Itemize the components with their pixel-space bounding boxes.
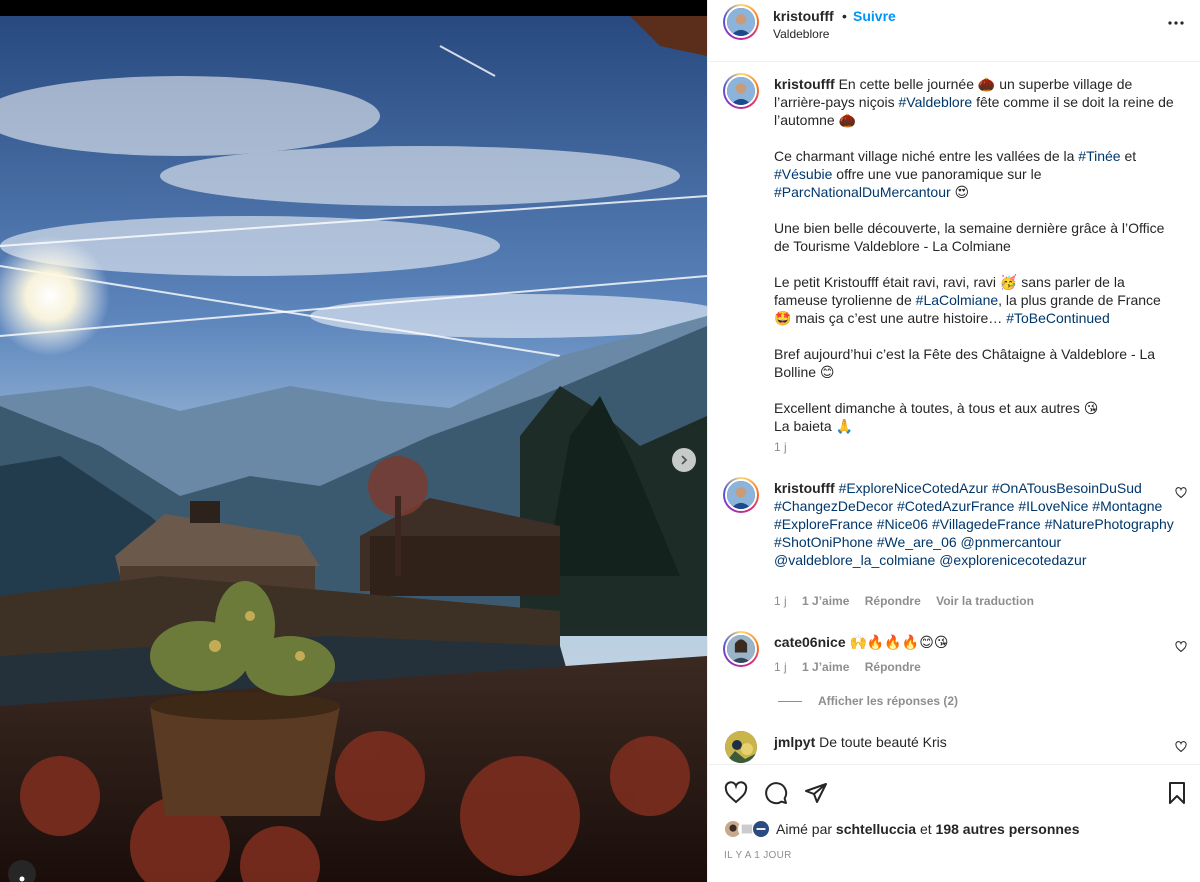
follow-button[interactable]: Suivre xyxy=(853,8,896,24)
caption-paragraph: Une bien belle découverte, la semaine de… xyxy=(774,220,1165,254)
comment-timestamp[interactable]: 1 j xyxy=(774,660,787,674)
like-comment-heart-icon[interactable] xyxy=(1175,641,1187,653)
comment-text: jmlpyt De toute beauté Kris xyxy=(774,733,1174,751)
heart-eyes-emoji-icon: 😍 xyxy=(954,184,970,200)
share-paper-plane-icon[interactable] xyxy=(804,781,828,805)
separator-dot: • xyxy=(842,8,847,24)
avatar[interactable] xyxy=(723,631,759,667)
caption-text-segment: et xyxy=(1124,148,1137,164)
hashtag-link[interactable]: #Valdeblore xyxy=(898,94,972,110)
more-options-icon[interactable] xyxy=(1166,13,1186,33)
likes-summary[interactable]: Aimé par schtelluccia et 198 autres pers… xyxy=(724,819,1080,839)
comment-username[interactable]: kristoufff xyxy=(774,480,835,496)
comment-body: De toute beauté Kris xyxy=(819,734,947,750)
caption-text-segment: , la plus grande de France xyxy=(998,292,1161,308)
liker-username[interactable]: schtelluccia xyxy=(836,821,916,837)
comment-text: cate06nice 🙌🔥🔥🔥😊😘 xyxy=(774,633,1174,651)
comment-text: kristoufff #ExploreNiceCotedAzur #OnATou… xyxy=(774,479,1174,569)
comment-likes-count[interactable]: 1 J’aime xyxy=(802,594,849,608)
likes-middle: et xyxy=(919,821,932,837)
show-replies-label: Afficher les réponses (2) xyxy=(818,694,959,708)
caption-text-segment: Le petit Kristoufff était ravi, ravi, ra… xyxy=(774,274,997,290)
hashtag-link[interactable]: #LaColmiane xyxy=(916,292,999,308)
caption-timestamp[interactable]: 1 j xyxy=(774,440,787,454)
post-photo[interactable] xyxy=(0,16,707,882)
carousel-next-button[interactable] xyxy=(672,448,696,472)
replies-divider xyxy=(778,701,802,703)
hashtag-link[interactable]: #ParcNationalDuMercantour xyxy=(774,184,951,200)
hashtag-link[interactable]: #Vésubie xyxy=(774,166,832,182)
translate-button[interactable]: Voir la traduction xyxy=(936,594,1034,608)
comment-timestamp[interactable]: 1 j xyxy=(774,594,787,608)
post-header: kristoufff • Suivre Valdeblore xyxy=(708,0,1200,62)
save-bookmark-icon[interactable] xyxy=(1165,781,1189,805)
like-comment-heart-icon[interactable] xyxy=(1175,741,1187,753)
caption-text: kristoufff En cette belle journée 🌰 un s… xyxy=(774,75,1174,435)
chestnut-emoji-icon: 🌰 xyxy=(977,76,996,92)
media-top-bar xyxy=(0,0,707,16)
chestnut-emoji-icon: 🌰 xyxy=(838,112,857,128)
post-media[interactable] xyxy=(0,0,707,882)
wink-kiss-emoji-icon: 😘 xyxy=(1083,400,1099,416)
hashtag-link[interactable]: #ToBeContinued xyxy=(1006,310,1110,326)
show-replies-button[interactable]: Afficher les réponses (2) xyxy=(778,694,958,708)
like-comment-heart-icon[interactable] xyxy=(1175,487,1187,499)
post-author-username[interactable]: kristoufff xyxy=(773,8,834,24)
post-actions: Aimé par schtelluccia et 198 autres pers… xyxy=(708,764,1200,882)
likes-others-count[interactable]: 198 autres personnes xyxy=(936,821,1080,837)
chevron-right-icon xyxy=(681,455,688,465)
comment-likes-count[interactable]: 1 J’aime xyxy=(802,660,849,674)
caption-text-segment: mais ça c’est une autre histoire… xyxy=(795,310,1003,326)
avatar[interactable] xyxy=(725,731,757,763)
post-location[interactable]: Valdeblore xyxy=(773,27,829,41)
caption-text-segment: offre une vue panoramique sur le xyxy=(836,166,1042,182)
user-tag-icon[interactable] xyxy=(8,860,36,882)
post-side-panel: kristoufff • Suivre Valdeblore kristouff… xyxy=(707,0,1200,882)
reply-button[interactable]: Répondre xyxy=(865,660,921,674)
post-time-ago[interactable]: IL Y A 1 JOUR xyxy=(724,850,792,861)
likes-prefix: Aimé par xyxy=(776,821,833,837)
star-struck-emoji-icon: 🤩 xyxy=(774,310,792,326)
comment-username[interactable]: cate06nice xyxy=(774,634,846,650)
caption-meta: 1 j xyxy=(774,440,799,454)
comment-meta: 1 j 1 J’aime Répondre Voir la traduction xyxy=(774,594,1046,608)
smile-emoji-icon: 😊 xyxy=(819,364,835,380)
liker-avatar xyxy=(752,820,770,838)
comment-bubble-icon[interactable] xyxy=(764,781,788,805)
comment-body: 🙌🔥🔥🔥😊😘 xyxy=(849,634,949,650)
hashtag-link[interactable]: #Tinée xyxy=(1078,148,1120,164)
caption-text-segment: La baieta xyxy=(774,418,832,434)
like-heart-icon[interactable] xyxy=(724,781,748,805)
reply-button[interactable]: Répondre xyxy=(865,594,921,608)
caption-username[interactable]: kristoufff xyxy=(774,76,835,92)
praying-hands-emoji-icon: 🙏 xyxy=(835,418,853,434)
party-face-emoji-icon: 🥳 xyxy=(999,274,1018,290)
avatar[interactable] xyxy=(723,477,759,513)
avatar[interactable] xyxy=(723,4,759,40)
likes-label: Aimé par schtelluccia et 198 autres pers… xyxy=(776,821,1080,837)
caption-text-segment: Excellent dimanche à toutes, à tous et a… xyxy=(774,400,1080,416)
comment-meta: 1 j 1 J’aime Répondre xyxy=(774,660,933,674)
comment-username[interactable]: jmlpyt xyxy=(774,734,815,750)
avatar[interactable] xyxy=(723,73,759,109)
caption-text-segment: Ce charmant village niché entre les vall… xyxy=(774,148,1075,164)
caption-text-segment: En cette belle journée xyxy=(838,76,974,92)
comments-list[interactable]: kristoufff En cette belle journée 🌰 un s… xyxy=(708,63,1200,763)
